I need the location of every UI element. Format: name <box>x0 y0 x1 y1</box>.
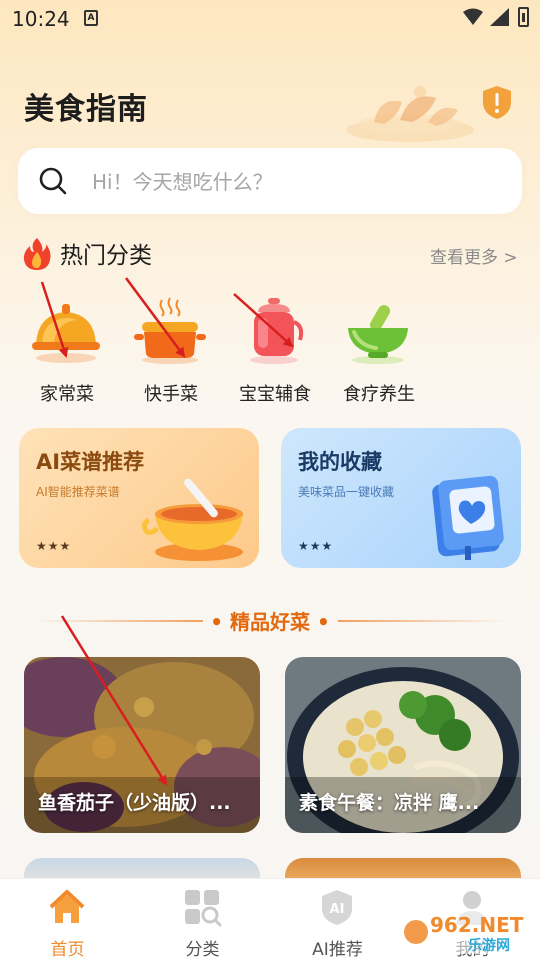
dish-title: 素食午餐：凉拌 鹰... <box>299 792 480 814</box>
app-title: 美食指南 <box>24 92 148 127</box>
category-label: 食疗养生 <box>343 384 415 405</box>
divider-left <box>35 620 203 622</box>
see-more-link[interactable]: 查看更多 > <box>430 243 518 268</box>
grid-search-icon <box>185 890 222 927</box>
cloche-icon <box>32 304 100 363</box>
search-bar[interactable] <box>18 148 522 214</box>
tab-ai-recommend[interactable]: AI AI推荐 <box>270 879 405 960</box>
notification-icon: A <box>84 10 98 26</box>
tab-label: 分类 <box>185 940 220 960</box>
category-baby-food[interactable]: 宝宝辅食 <box>232 296 318 406</box>
tab-home[interactable]: 首页 <box>0 879 135 960</box>
watermark-sub: 乐游网 <box>468 937 510 954</box>
mortar-icon <box>348 305 408 364</box>
shield-icon[interactable] <box>480 84 514 120</box>
divider-right <box>338 620 506 622</box>
category-quick-dishes[interactable]: 快手菜 <box>128 296 214 406</box>
status-bar: 10:24 A <box>0 0 540 36</box>
home-icon <box>49 890 85 923</box>
favorites-card-subtitle: 美味菜品一键收藏 <box>298 485 395 499</box>
category-label: 宝宝辅食 <box>239 384 311 405</box>
battery-icon <box>518 7 529 27</box>
signal-icon <box>490 8 509 26</box>
heart-book-icon <box>432 475 504 560</box>
ai-recipe-card[interactable]: AI菜谱推荐 AI智能推荐菜谱 ★★★ <box>19 428 259 568</box>
dish-card[interactable]: 鱼香茄子（少油版）... <box>24 657 260 833</box>
soup-bowl-icon <box>141 478 243 561</box>
svg-text:AI: AI <box>330 902 345 917</box>
hot-categories-title: 热门分类 <box>60 243 152 269</box>
watermark-brand: 962.NET <box>430 913 524 937</box>
search-icon <box>39 167 67 195</box>
category-diet-therapy[interactable]: 食疗养生 <box>336 296 422 406</box>
tab-category[interactable]: 分类 <box>135 879 270 960</box>
dish-card[interactable]: 素食午餐：凉拌 鹰... <box>285 657 521 833</box>
site-watermark-logo: 962.NET 乐游网 <box>398 910 538 954</box>
status-time: 10:24 <box>12 7 70 31</box>
ai-badge-icon: AI <box>322 890 352 925</box>
tab-label: 首页 <box>50 940 85 960</box>
search-input[interactable] <box>92 168 492 196</box>
ai-card-indicator: ★★★ <box>36 539 72 553</box>
pot-icon <box>134 297 206 364</box>
favorites-card-indicator: ★★★ <box>298 539 334 553</box>
ai-card-subtitle: AI智能推荐菜谱 <box>36 485 120 499</box>
favorites-card-title: 我的收藏 <box>298 450 382 474</box>
my-favorites-card[interactable]: 我的收藏 美味菜品一键收藏 ★★★ <box>281 428 521 568</box>
dish-title: 鱼香茄子（少油版）... <box>38 792 231 814</box>
tab-label: AI推荐 <box>312 940 363 960</box>
category-label: 家常菜 <box>40 384 94 405</box>
shrimp-dish-decoration <box>346 86 474 142</box>
ai-card-title: AI菜谱推荐 <box>36 450 145 474</box>
kettle-icon <box>250 298 304 364</box>
premium-section-title: • 精品好菜 • <box>210 610 330 634</box>
fire-icon <box>23 238 51 270</box>
category-home-cooking[interactable]: 家常菜 <box>24 296 110 406</box>
wifi-icon <box>463 8 483 25</box>
category-label: 快手菜 <box>144 384 198 405</box>
